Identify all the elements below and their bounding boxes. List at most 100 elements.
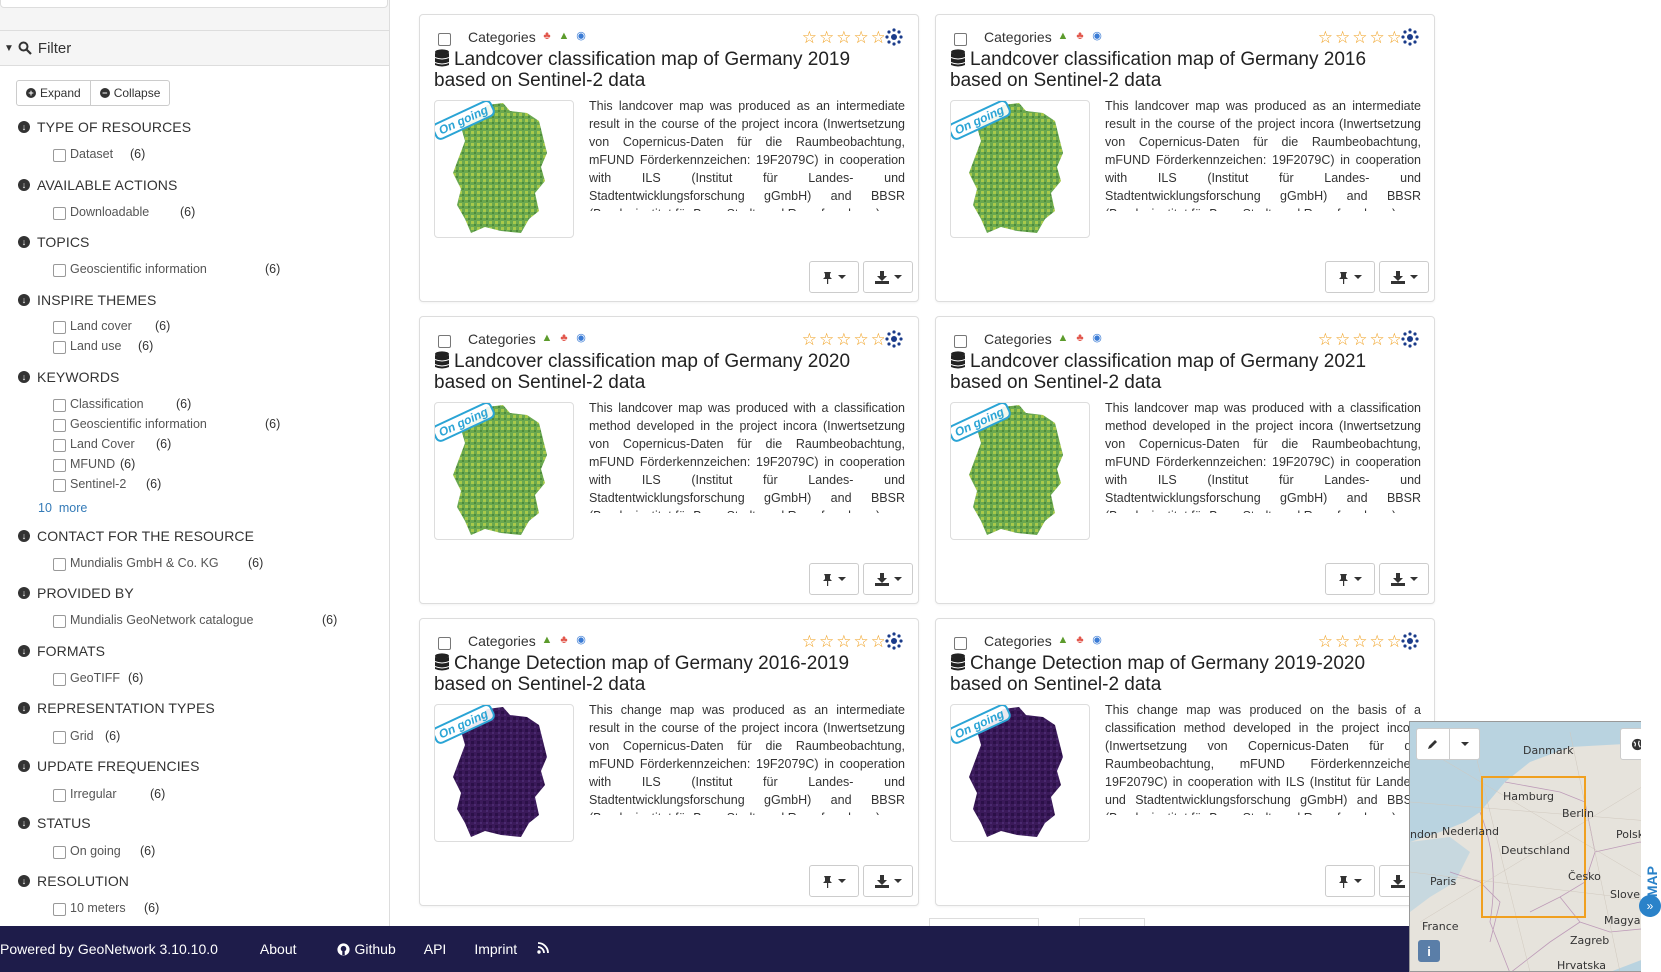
facet-item[interactable]: Irregular (6) xyxy=(53,786,165,802)
info-button[interactable]: i xyxy=(1418,940,1440,962)
facet-checkbox[interactable] xyxy=(53,902,66,916)
facet-title[interactable]: ↓ CONTACT FOR THE RESOURCE xyxy=(18,528,254,544)
download-button[interactable] xyxy=(1379,261,1429,293)
facet-checkbox[interactable] xyxy=(53,478,66,492)
expand-map-button[interactable]: » xyxy=(1639,895,1661,917)
star-icon[interactable]: ☆ xyxy=(1352,331,1367,348)
star-icon[interactable]: ☆ xyxy=(802,331,817,348)
facet-checkbox[interactable] xyxy=(53,320,66,334)
collapse-button[interactable]: − Collapse xyxy=(90,80,171,106)
imprint-link[interactable]: Imprint xyxy=(474,941,517,957)
facet-title[interactable]: ↓ STATUS xyxy=(18,815,91,831)
pin-button[interactable] xyxy=(1325,563,1375,595)
facet-item[interactable]: GeoTIFF (6) xyxy=(53,670,143,686)
star-icon[interactable]: ☆ xyxy=(1318,331,1333,348)
download-button[interactable] xyxy=(863,261,913,293)
star-icon[interactable]: ☆ xyxy=(819,331,834,348)
star-icon[interactable]: ☆ xyxy=(1352,29,1367,46)
rating-stars[interactable]: ☆ ☆ ☆ ☆ ☆ xyxy=(1318,631,1420,651)
facet-checkbox[interactable] xyxy=(53,614,66,628)
filter-header[interactable]: ▼ Filter xyxy=(0,30,389,66)
github-link[interactable]: Github xyxy=(336,941,396,957)
facet-item[interactable]: Mundialis GeoNetwork catalogue (6) xyxy=(53,612,337,628)
draw-dropdown-button[interactable] xyxy=(1450,728,1480,760)
result-card[interactable]: Categories ▲ ♣ ◉ ☆ ☆ ☆ ☆ ☆ Landcover classificati… xyxy=(419,316,919,604)
pin-button[interactable] xyxy=(1325,865,1375,897)
about-link[interactable]: About xyxy=(260,941,297,957)
star-icon[interactable]: ☆ xyxy=(1318,633,1333,650)
star-icon[interactable]: ☆ xyxy=(836,633,851,650)
facet-item[interactable]: Sentinel-2 (6) xyxy=(53,476,161,492)
pin-button[interactable] xyxy=(1325,261,1375,293)
facet-item[interactable]: Dataset (6) xyxy=(53,146,145,162)
rss-icon[interactable] xyxy=(537,941,550,957)
facet-item[interactable]: On going (6) xyxy=(53,843,155,859)
result-card[interactable]: Categories ▲ ♣ ◉ ☆ ☆ ☆ ☆ ☆ Change Detection map o… xyxy=(935,618,1435,906)
thumbnail[interactable]: On going xyxy=(434,704,574,842)
pin-button[interactable] xyxy=(809,563,859,595)
download-button[interactable] xyxy=(863,563,913,595)
facet-item[interactable]: Grid (6) xyxy=(53,728,120,744)
rating-stars[interactable]: ☆ ☆ ☆ ☆ ☆ xyxy=(802,631,904,651)
expand-button[interactable]: + Expand xyxy=(16,80,91,106)
rating-stars[interactable]: ☆ ☆ ☆ ☆ ☆ xyxy=(1318,329,1420,349)
thumbnail[interactable]: On going xyxy=(434,100,574,238)
keywords-more-link[interactable]: 10 more xyxy=(38,501,87,515)
card-title-link[interactable]: Landcover classification map of Germany … xyxy=(950,49,1420,91)
facet-checkbox[interactable] xyxy=(53,398,66,412)
star-icon[interactable]: ☆ xyxy=(1370,633,1385,650)
facet-checkbox[interactable] xyxy=(53,788,66,802)
star-icon[interactable]: ☆ xyxy=(1370,29,1385,46)
download-button[interactable] xyxy=(863,865,913,897)
facet-item[interactable]: MFUND (6) xyxy=(53,456,135,472)
select-checkbox[interactable] xyxy=(438,637,451,650)
result-card[interactable]: Categories ♣ ▲ ◉ ☆ ☆ ☆ ☆ ☆ Landcover classificati… xyxy=(419,14,919,302)
facet-title[interactable]: ↓ REPRESENTATION TYPES xyxy=(18,700,215,716)
rating-stars[interactable]: ☆ ☆ ☆ ☆ ☆ xyxy=(1318,27,1420,47)
facet-checkbox[interactable] xyxy=(53,418,66,432)
facet-checkbox[interactable] xyxy=(53,340,66,354)
star-icon[interactable]: ☆ xyxy=(1352,633,1367,650)
facet-title[interactable]: ↓ FORMATS xyxy=(18,643,105,659)
star-icon[interactable]: ☆ xyxy=(854,633,869,650)
draw-button[interactable] xyxy=(1416,728,1450,760)
thumbnail[interactable]: On going xyxy=(950,402,1090,540)
facet-item[interactable]: Geoscientific information (6) xyxy=(53,261,280,277)
star-icon[interactable]: ☆ xyxy=(802,29,817,46)
facet-title[interactable]: ↓ TOPICS xyxy=(18,234,89,250)
select-checkbox[interactable] xyxy=(438,335,451,348)
facet-checkbox[interactable] xyxy=(53,845,66,859)
facet-title[interactable]: ↓ RESOLUTION xyxy=(18,873,129,889)
card-title-link[interactable]: Landcover classification map of Germany … xyxy=(434,351,904,393)
facet-title[interactable]: ↓ INSPIRE THEMES xyxy=(18,292,156,308)
facet-item[interactable]: Land cover (6) xyxy=(53,318,170,334)
star-icon[interactable]: ☆ xyxy=(836,331,851,348)
star-icon[interactable]: ☆ xyxy=(1335,29,1350,46)
powered-by-link[interactable]: Powered by GeoNetwork 3.10.10.0 xyxy=(0,941,218,957)
select-checkbox[interactable] xyxy=(438,33,451,46)
star-icon[interactable]: ☆ xyxy=(802,633,817,650)
facet-checkbox[interactable] xyxy=(53,263,66,277)
star-icon[interactable]: ☆ xyxy=(1318,29,1333,46)
card-title-link[interactable]: Landcover classification map of Germany … xyxy=(950,351,1420,393)
facet-checkbox[interactable] xyxy=(53,206,66,220)
star-icon[interactable]: ☆ xyxy=(1335,633,1350,650)
star-icon[interactable]: ☆ xyxy=(1370,331,1385,348)
thumbnail[interactable]: On going xyxy=(950,100,1090,238)
facet-item[interactable]: 10 meters (6) xyxy=(53,900,159,916)
star-icon[interactable]: ☆ xyxy=(854,331,869,348)
pin-button[interactable] xyxy=(809,865,859,897)
facet-item[interactable]: Mundialis GmbH & Co. KG (6) xyxy=(53,555,263,571)
facet-checkbox[interactable] xyxy=(53,730,66,744)
map-side-tab[interactable]: MAP » xyxy=(1639,721,1661,972)
facet-title[interactable]: ↓ AVAILABLE ACTIONS xyxy=(18,177,177,193)
facet-title[interactable]: ↓ UPDATE FREQUENCIES xyxy=(18,758,200,774)
select-checkbox[interactable] xyxy=(954,637,967,650)
card-title-link[interactable]: Landcover classification map of Germany … xyxy=(434,49,904,91)
select-checkbox[interactable] xyxy=(954,33,967,46)
download-button[interactable] xyxy=(1379,563,1429,595)
facet-checkbox[interactable] xyxy=(53,458,66,472)
star-icon[interactable]: ☆ xyxy=(1335,331,1350,348)
facet-item[interactable]: Geoscientific information (6) xyxy=(53,416,280,432)
star-icon[interactable]: ☆ xyxy=(819,633,834,650)
